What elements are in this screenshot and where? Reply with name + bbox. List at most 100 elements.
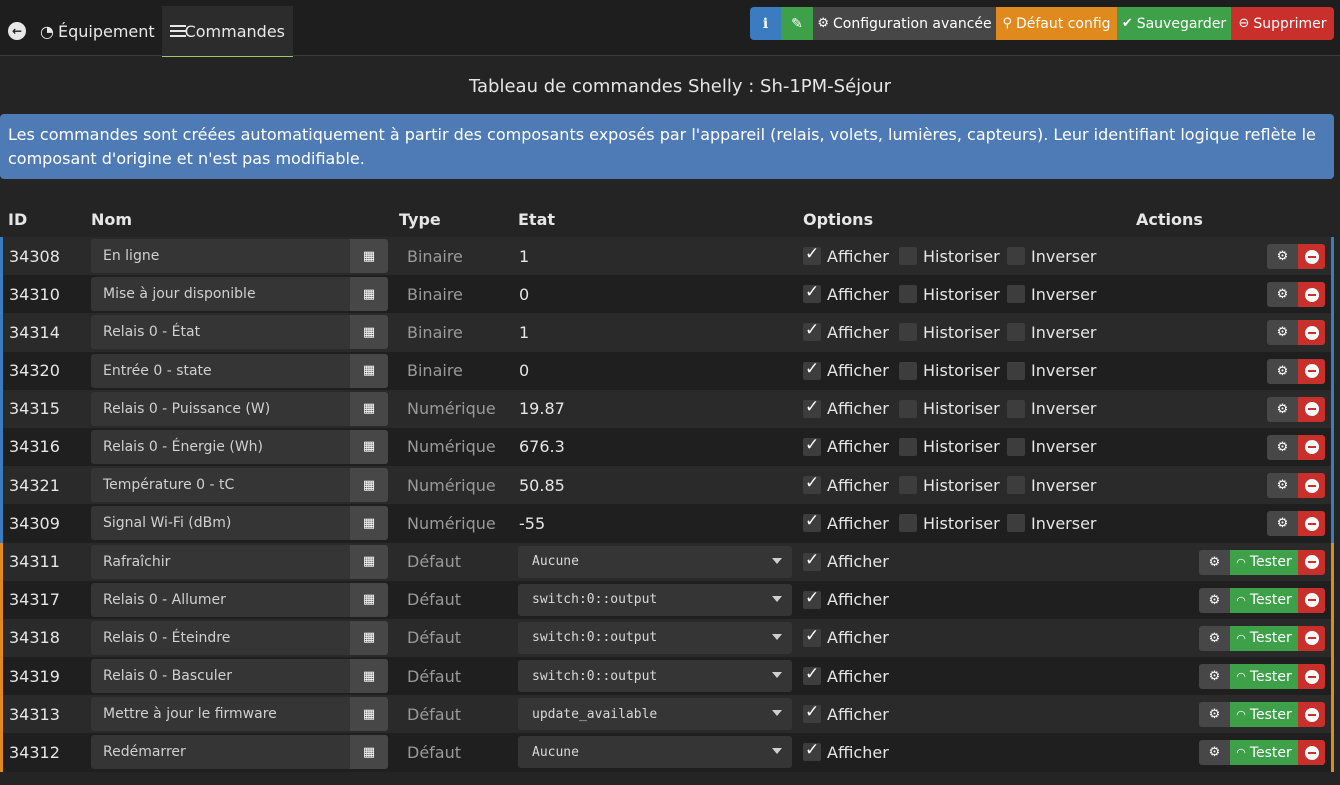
remove-command-button[interactable] [1298,396,1325,422]
advanced-config-button[interactable]: ⚙ Configuration avancée [813,7,996,40]
remove-command-button[interactable] [1298,358,1325,384]
show-checkbox[interactable]: Afficher [803,504,889,542]
test-command-button[interactable]: ◠ Tester [1230,587,1298,613]
remove-command-button[interactable] [1298,473,1325,499]
edit-button[interactable]: ✎ [781,7,813,40]
command-name-field[interactable]: Relais 0 - Basculer ▦ [91,659,388,694]
tab-equipment[interactable]: ◔ Équipement [32,6,160,57]
command-name-field[interactable]: Redémarrer ▦ [91,735,388,770]
generic-type-icon[interactable]: ▦ [350,468,388,503]
invert-checkbox[interactable]: Inverser [1007,504,1097,542]
invert-checkbox[interactable]: Inverser [1007,390,1097,428]
remove-command-button[interactable] [1298,740,1325,766]
command-name-field[interactable]: Mettre à jour le firmware ▦ [91,697,388,732]
save-button[interactable]: ✔ Sauvegarder [1117,7,1231,40]
generic-type-icon[interactable]: ▦ [350,429,388,464]
generic-type-icon[interactable]: ▦ [350,277,388,312]
test-command-button[interactable]: ◠ Tester [1230,740,1298,766]
generic-type-icon[interactable]: ▦ [350,582,388,617]
command-name-field[interactable]: Rafraîchir ▦ [91,544,388,579]
show-checkbox[interactable]: Afficher [803,733,889,771]
history-checkbox[interactable]: Historiser [899,237,1000,275]
configure-command-button[interactable]: ⚙ [1267,244,1298,269]
generic-type-icon[interactable]: ▦ [350,506,388,541]
generic-type-icon[interactable]: ▦ [350,353,388,388]
show-checkbox[interactable]: Afficher [803,695,889,733]
show-checkbox[interactable]: Afficher [803,657,889,695]
command-name-field[interactable]: Relais 0 - Éteindre ▦ [91,620,388,655]
linked-info-select[interactable]: switch:0::output [518,660,792,693]
generic-type-icon[interactable]: ▦ [350,697,388,732]
command-name-field[interactable]: Signal Wi-Fi (dBm) ▦ [91,506,388,541]
remove-command-button[interactable] [1298,549,1325,575]
invert-checkbox[interactable]: Inverser [1007,466,1097,504]
history-checkbox[interactable]: Historiser [899,504,1000,542]
default-config-button[interactable]: ⚲ Défaut config [996,7,1117,40]
generic-type-icon[interactable]: ▦ [350,239,388,273]
invert-checkbox[interactable]: Inverser [1007,352,1097,390]
remove-command-button[interactable] [1298,282,1325,308]
linked-info-select[interactable]: update_available [518,698,792,731]
history-checkbox[interactable]: Historiser [899,313,1000,351]
remove-command-button[interactable] [1298,511,1325,537]
test-command-button[interactable]: ◠ Tester [1230,702,1298,728]
remove-command-button[interactable] [1298,320,1325,346]
invert-checkbox[interactable]: Inverser [1007,275,1097,313]
remove-command-button[interactable] [1298,587,1325,613]
configure-command-button[interactable]: ⚙ [1199,702,1230,728]
show-checkbox[interactable]: Afficher [803,581,889,619]
configure-command-button[interactable]: ⚙ [1267,358,1298,384]
remove-command-button[interactable] [1298,434,1325,460]
configure-command-button[interactable]: ⚙ [1199,625,1230,651]
info-button[interactable]: i [750,7,781,40]
history-checkbox[interactable]: Historiser [899,428,1000,466]
configure-command-button[interactable]: ⚙ [1267,473,1298,499]
configure-command-button[interactable]: ⚙ [1199,664,1230,690]
configure-command-button[interactable]: ⚙ [1199,549,1230,575]
command-name-field[interactable]: Relais 0 - État ▦ [91,315,388,350]
back-arrow-icon[interactable]: ← [8,22,26,40]
linked-info-select[interactable]: switch:0::output [518,621,792,654]
command-name-field[interactable]: Mise à jour disponible ▦ [91,277,388,312]
history-checkbox[interactable]: Historiser [899,275,1000,313]
generic-type-icon[interactable]: ▦ [350,659,388,694]
remove-command-button[interactable] [1298,625,1325,651]
show-checkbox[interactable]: Afficher [803,543,889,581]
test-command-button[interactable]: ◠ Tester [1230,664,1298,690]
show-checkbox[interactable]: Afficher [803,390,889,428]
show-checkbox[interactable]: Afficher [803,352,889,390]
configure-command-button[interactable]: ⚙ [1199,587,1230,613]
show-checkbox[interactable]: Afficher [803,428,889,466]
configure-command-button[interactable]: ⚙ [1267,434,1298,460]
invert-checkbox[interactable]: Inverser [1007,428,1097,466]
linked-info-select[interactable]: Aucune [518,736,792,769]
configure-command-button[interactable]: ⚙ [1267,320,1298,346]
command-name-field[interactable]: Température 0 - tC ▦ [91,468,388,503]
command-name-field[interactable]: Entrée 0 - state ▦ [91,353,388,388]
remove-command-button[interactable] [1298,702,1325,728]
configure-command-button[interactable]: ⚙ [1199,740,1230,766]
history-checkbox[interactable]: Historiser [899,352,1000,390]
test-command-button[interactable]: ◠ Tester [1230,549,1298,575]
invert-checkbox[interactable]: Inverser [1007,313,1097,351]
command-name-field[interactable]: Relais 0 - Énergie (Wh) ▦ [91,429,388,464]
remove-command-button[interactable] [1298,664,1325,690]
generic-type-icon[interactable]: ▦ [350,735,388,770]
show-checkbox[interactable]: Afficher [803,237,889,275]
tab-commands[interactable]: Commandes [162,6,293,57]
command-name-field[interactable]: En ligne ▦ [91,239,388,273]
show-checkbox[interactable]: Afficher [803,619,889,657]
configure-command-button[interactable]: ⚙ [1267,396,1298,422]
linked-info-select[interactable]: Aucune [518,545,792,578]
command-name-field[interactable]: Relais 0 - Allumer ▦ [91,582,388,617]
command-name-field[interactable]: Relais 0 - Puissance (W) ▦ [91,391,388,426]
history-checkbox[interactable]: Historiser [899,390,1000,428]
history-checkbox[interactable]: Historiser [899,466,1000,504]
linked-info-select[interactable]: switch:0::output [518,583,792,616]
configure-command-button[interactable]: ⚙ [1267,511,1298,537]
delete-button[interactable]: ⊖ Supprimer [1231,7,1334,40]
test-command-button[interactable]: ◠ Tester [1230,625,1298,651]
generic-type-icon[interactable]: ▦ [350,315,388,350]
generic-type-icon[interactable]: ▦ [350,544,388,579]
configure-command-button[interactable]: ⚙ [1267,282,1298,308]
